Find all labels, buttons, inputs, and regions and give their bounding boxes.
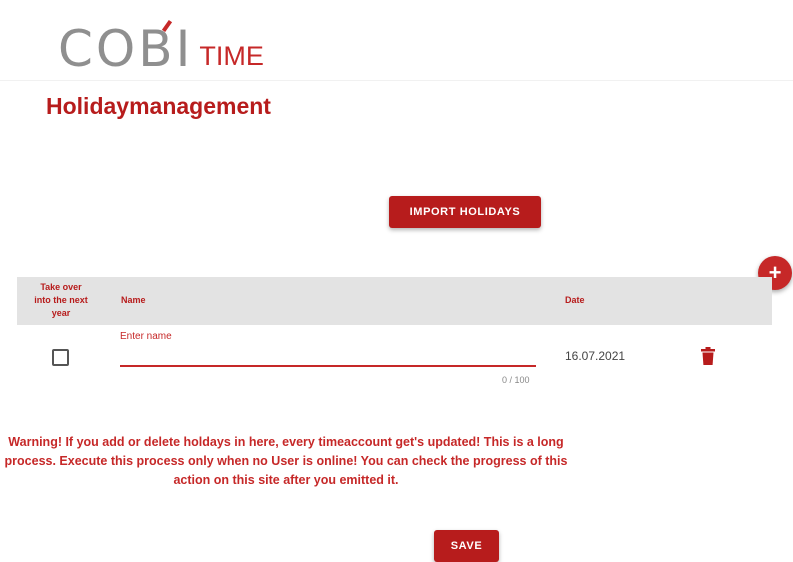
logo-main-text: COBI: [58, 20, 194, 78]
save-button[interactable]: SAVE: [434, 530, 499, 562]
logo-suffix-text: TIME: [199, 41, 264, 71]
page-title: Holidaymanagement: [46, 93, 271, 119]
warning-message: Warning! If you add or delete holdays in…: [4, 435, 568, 487]
name-field-label: Enter name: [120, 331, 172, 342]
holiday-name-input[interactable]: [120, 345, 536, 367]
cobi-time-logo: COBI TIME: [58, 18, 264, 74]
trash-icon[interactable]: [701, 347, 715, 365]
carry-over-checkbox[interactable]: [52, 349, 69, 366]
column-header-name: Name: [121, 295, 146, 305]
column-header-carry-over: Take over into the next year: [34, 282, 88, 318]
table-header: Take over into the next year Name Date: [17, 277, 772, 325]
name-char-counter: 0 / 100: [502, 375, 530, 385]
import-holidays-button[interactable]: IMPORT HOLIDAYS: [389, 196, 541, 228]
holiday-date: 16.07.2021: [565, 349, 626, 363]
column-header-date: Date: [565, 295, 585, 305]
